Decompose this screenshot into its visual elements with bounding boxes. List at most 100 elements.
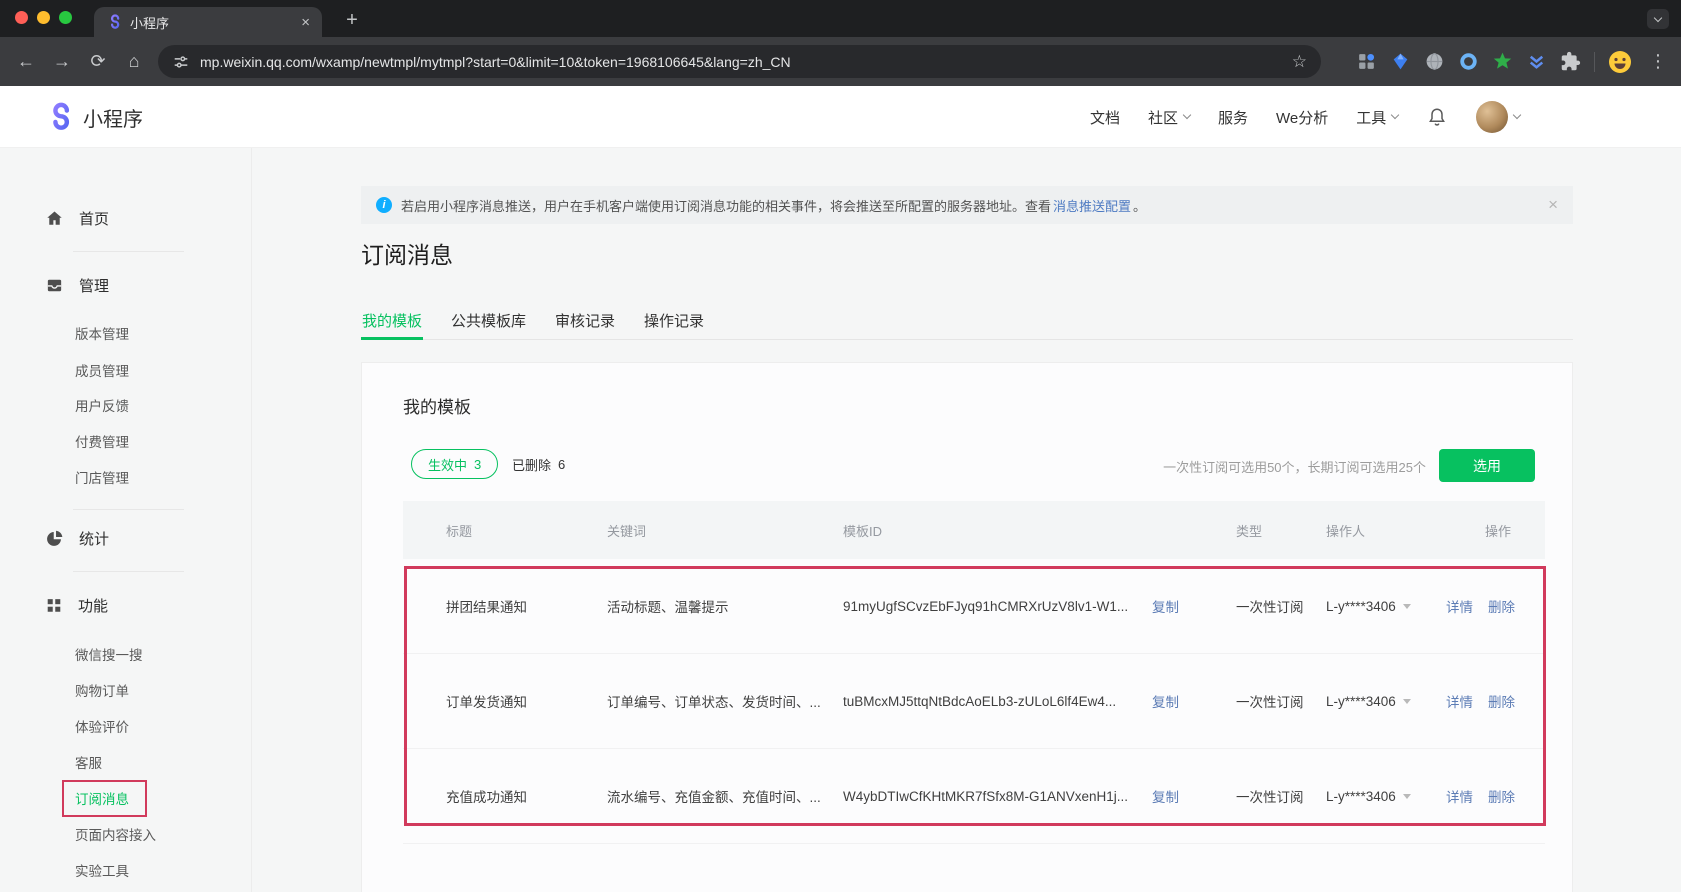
chevron-down-icon xyxy=(1654,13,1662,21)
window-minimize-button[interactable] xyxy=(37,11,50,24)
browser-tab-strip: 小程序 × + xyxy=(0,0,1681,37)
filter-deleted-count: 6 xyxy=(558,457,565,472)
banner-period: 。 xyxy=(1133,196,1146,215)
template-keywords: 活动标题、温馨提示 xyxy=(607,596,843,616)
templates-table: 标题 关键词 模板ID 类型 操作人 操作 拼团结果通知 活动标题、温馨提示 9… xyxy=(403,501,1545,844)
back-button[interactable]: ← xyxy=(8,51,44,72)
table-header: 标题 关键词 模板ID 类型 操作人 操作 xyxy=(403,501,1545,559)
site-settings-icon[interactable] xyxy=(172,53,190,71)
banner-text: 若启用小程序消息推送，用户在手机客户端使用订阅消息功能的相关事件，将会推送至所配… xyxy=(401,196,1051,215)
browser-home-button[interactable]: ⌂ xyxy=(116,51,152,72)
browser-menu-icon[interactable]: ⋮ xyxy=(1645,51,1671,72)
sidebar-item-payment-manage[interactable]: 付费管理 xyxy=(75,432,129,450)
diamond-extension-icon[interactable] xyxy=(1390,51,1411,72)
page-title: 订阅消息 xyxy=(361,236,453,270)
copy-link[interactable]: 复制 xyxy=(1152,596,1179,616)
nav-item-weanalytics[interactable]: We分析 xyxy=(1276,107,1328,128)
sidebar-item-experimental-tools[interactable]: 实验工具 xyxy=(75,861,129,879)
delete-link[interactable]: 删除 xyxy=(1488,596,1515,616)
delete-link[interactable]: 删除 xyxy=(1488,786,1515,806)
tab-public-template-library[interactable]: 公共模板库 xyxy=(450,301,527,339)
copy-link[interactable]: 复制 xyxy=(1152,691,1179,711)
banner-close-icon[interactable]: × xyxy=(1548,195,1558,215)
sidebar-item-statistics[interactable]: 统计 xyxy=(45,527,109,549)
user-avatar[interactable] xyxy=(1476,101,1508,133)
detail-link[interactable]: 详情 xyxy=(1446,786,1473,806)
sidebar-item-customer-service[interactable]: 客服 xyxy=(75,753,102,771)
new-tab-button[interactable]: + xyxy=(338,6,366,34)
ring-extension-icon[interactable] xyxy=(1458,51,1479,72)
extensions-area: ⋮ xyxy=(1356,37,1671,86)
operator-dropdown[interactable]: L-y****3406 xyxy=(1326,694,1446,709)
quota-hint: 一次性订阅可选用50个，长期订阅可选用25个 xyxy=(1163,457,1426,476)
miniprogram-logo-icon xyxy=(44,102,74,132)
bookmark-star-icon[interactable]: ☆ xyxy=(1292,52,1307,72)
star-extension-icon[interactable] xyxy=(1492,51,1513,72)
nav-item-community[interactable]: 社区 xyxy=(1148,107,1190,128)
my-templates-panel: 我的模板 生效中 3 已删除 6 一次性订阅可选用50个，长期订阅可选用25个 … xyxy=(361,362,1573,892)
nav-item-services[interactable]: 服务 xyxy=(1218,107,1248,128)
sidebar-item-page-content-access[interactable]: 页面内容接入 xyxy=(75,825,156,843)
globe-extension-icon[interactable] xyxy=(1424,51,1445,72)
window-close-button[interactable] xyxy=(15,11,28,24)
operator-dropdown[interactable]: L-y****3406 xyxy=(1326,789,1446,804)
delete-link[interactable]: 删除 xyxy=(1488,691,1515,711)
chevrons-extension-icon[interactable] xyxy=(1526,51,1547,72)
tab-operation-records[interactable]: 操作记录 xyxy=(643,301,705,339)
nav-item-tools[interactable]: 工具 xyxy=(1356,107,1398,128)
sidebar-item-store-manage[interactable]: 门店管理 xyxy=(75,468,129,486)
filter-active-pill[interactable]: 生效中 3 xyxy=(411,449,498,479)
sidebar-item-shopping-orders[interactable]: 购物订单 xyxy=(75,681,129,699)
filter-active-count: 3 xyxy=(474,457,481,472)
table-row: 充值成功通知 流水编号、充值金额、充值时间、... W4ybDTIwCfKHtM… xyxy=(403,749,1545,844)
site-header: 小程序 文档 社区 服务 We分析 工具 xyxy=(0,86,1681,148)
detail-link[interactable]: 详情 xyxy=(1446,596,1473,616)
sidebar-item-wechat-search[interactable]: 微信搜一搜 xyxy=(75,645,143,663)
browser-tab[interactable]: 小程序 × xyxy=(94,7,322,37)
tray-icon xyxy=(45,276,64,295)
toolbar-separator xyxy=(1594,52,1595,72)
miniprogram-logo[interactable]: 小程序 xyxy=(44,86,143,148)
template-type: 一次性订阅 xyxy=(1236,596,1326,616)
template-id: tuBMcxMJ5ttqNtBdcAoELb3-zULoL6lf4Ew4... xyxy=(843,694,1152,709)
sidebar-item-member-manage[interactable]: 成员管理 xyxy=(75,361,129,379)
filter-deleted[interactable]: 已删除 6 xyxy=(512,449,565,479)
grid-extension-icon[interactable] xyxy=(1356,51,1377,72)
banner-config-link[interactable]: 消息推送配置 xyxy=(1053,196,1131,215)
sidebar-item-version-manage[interactable]: 版本管理 xyxy=(75,324,129,342)
extensions-puzzle-icon[interactable] xyxy=(1560,51,1581,72)
url-text[interactable]: mp.weixin.qq.com/wxamp/newtmpl/mytmpl?st… xyxy=(200,54,791,70)
profile-avatar-icon[interactable] xyxy=(1608,50,1632,74)
template-type: 一次性订阅 xyxy=(1236,691,1326,711)
col-template-id: 模板ID xyxy=(843,521,1236,540)
nav-item-docs[interactable]: 文档 xyxy=(1090,107,1120,128)
sidebar-item-features[interactable]: 功能 xyxy=(45,594,108,616)
detail-link[interactable]: 详情 xyxy=(1446,691,1473,711)
copy-link[interactable]: 复制 xyxy=(1152,786,1179,806)
template-id: 91myUgfSCvzEbFJyq91hCMRXrUzV8lv1-W1... xyxy=(843,599,1152,614)
tab-close-icon[interactable]: × xyxy=(301,15,310,30)
col-title: 标题 xyxy=(403,521,607,540)
notification-bell-icon[interactable] xyxy=(1426,106,1448,128)
window-zoom-button[interactable] xyxy=(59,11,72,24)
sidebar-item-home[interactable]: 首页 xyxy=(45,207,109,229)
tabstrip-overflow-button[interactable] xyxy=(1647,9,1669,29)
operator-dropdown[interactable]: L-y****3406 xyxy=(1326,599,1446,614)
tab-review-records[interactable]: 审核记录 xyxy=(554,301,616,339)
sidebar-item-manage[interactable]: 管理 xyxy=(45,274,109,296)
sidebar-item-user-feedback[interactable]: 用户反馈 xyxy=(75,396,129,414)
tab-my-templates[interactable]: 我的模板 xyxy=(361,301,423,339)
col-actions: 操作 xyxy=(1446,521,1545,540)
reload-button[interactable]: ⟳ xyxy=(80,51,116,72)
info-icon: i xyxy=(376,197,392,213)
template-type: 一次性订阅 xyxy=(1236,786,1326,806)
address-bar[interactable]: mp.weixin.qq.com/wxamp/newtmpl/mytmpl?st… xyxy=(158,45,1321,78)
account-menu[interactable] xyxy=(1476,101,1520,133)
grid-icon xyxy=(45,596,63,614)
forward-button[interactable]: → xyxy=(44,51,80,72)
chevron-down-icon xyxy=(1513,111,1521,119)
sidebar-item-experience-review[interactable]: 体验评价 xyxy=(75,717,129,735)
chevron-down-icon xyxy=(1183,111,1191,119)
sidebar-item-subscribe-message[interactable]: 订阅消息 xyxy=(75,789,129,807)
select-template-button[interactable]: 选用 xyxy=(1439,449,1535,482)
